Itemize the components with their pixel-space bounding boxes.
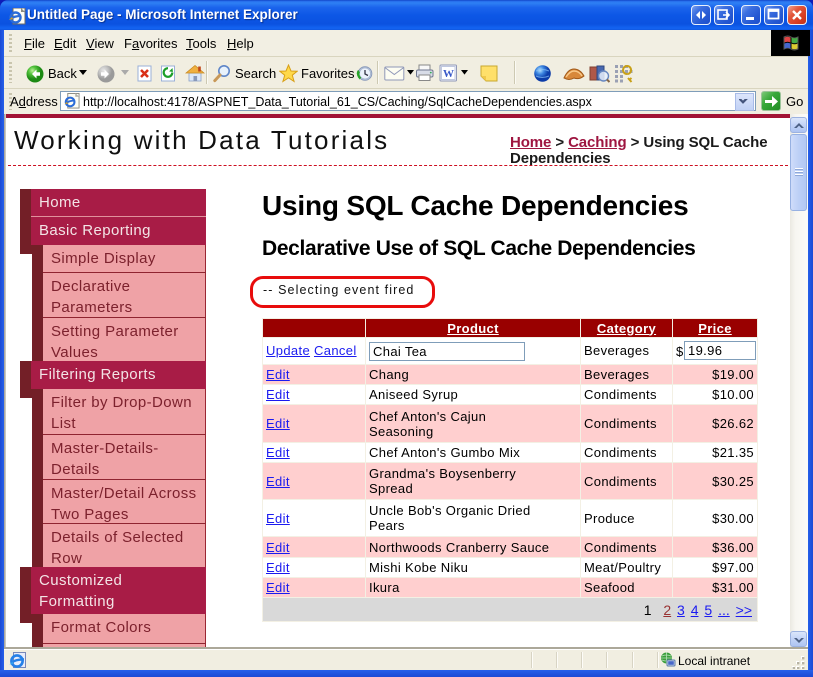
svg-text:W: W — [443, 68, 454, 80]
